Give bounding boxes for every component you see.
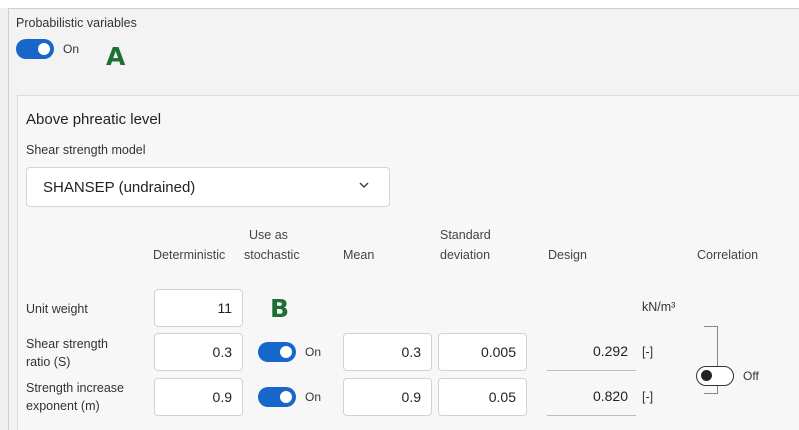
design-value-text: 0.292 <box>592 343 628 359</box>
header-stddev-line2: deviation <box>440 248 491 262</box>
header-use-as-line1: Use as <box>249 228 288 242</box>
chevron-down-icon <box>359 182 369 189</box>
probabilistic-toggle[interactable] <box>16 39 54 59</box>
shear-ratio-stochastic-label: On <box>305 345 322 359</box>
shear-ratio-mean-input[interactable]: 0.3 <box>343 333 432 371</box>
unit-weight-unit: kN/m³ <box>642 300 676 314</box>
exponent-mean-input[interactable]: 0.9 <box>343 378 432 416</box>
header-design: Design <box>548 248 587 262</box>
unit-weight-deterministic-input[interactable]: 11 <box>154 289 243 327</box>
probabilistic-toggle-label: On <box>63 42 80 56</box>
toggle-knob <box>280 391 292 403</box>
exponent-deterministic-input[interactable]: 0.9 <box>154 378 243 416</box>
exponent-stochastic-label: On <box>305 390 322 404</box>
header-stddev-line1: Standard <box>440 228 491 242</box>
row-label-shear-ratio-line1: Shear strength <box>26 337 108 351</box>
exponent-stddev-input[interactable]: 0.05 <box>438 378 527 416</box>
input-value: 0.3 <box>401 344 421 360</box>
input-value: 0.05 <box>488 389 516 405</box>
exponent-design-value: 0.820 <box>547 378 636 416</box>
shear-model-select[interactable]: SHANSEP (undrained) <box>26 167 390 207</box>
correlation-toggle-label: Off <box>743 369 759 383</box>
row-label-unit-weight: Unit weight <box>26 302 88 316</box>
input-value: 11 <box>217 300 232 316</box>
toggle-knob <box>280 346 292 358</box>
input-value: 0.9 <box>401 389 421 405</box>
header-use-as-line2: stochastic <box>244 248 300 262</box>
shear-ratio-deterministic-input[interactable]: 0.3 <box>154 333 243 371</box>
exponent-stochastic-toggle[interactable] <box>258 387 296 407</box>
row-label-exponent-line1: Strength increase <box>26 381 124 395</box>
probabilistic-label: Probabilistic variables <box>16 16 137 30</box>
row-label-shear-ratio-line2: ratio (S) <box>26 355 71 369</box>
top-strip <box>0 0 799 8</box>
shear-ratio-design-value: 0.292 <box>547 333 636 371</box>
input-value: 0.3 <box>212 344 232 360</box>
design-value-text: 0.820 <box>592 388 628 404</box>
input-value: 0.9 <box>212 389 232 405</box>
section-title: Above phreatic level <box>26 111 162 128</box>
toggle-knob <box>701 370 712 381</box>
exponent-unit: [-] <box>642 390 654 404</box>
shear-model-label: Shear strength model <box>26 143 146 157</box>
header-deterministic: Deterministic <box>153 248 226 262</box>
correlation-toggle[interactable] <box>696 366 734 386</box>
shear-ratio-stddev-input[interactable]: 0.005 <box>438 333 527 371</box>
header-correlation: Correlation <box>697 248 759 262</box>
shear-ratio-unit: [-] <box>642 345 654 359</box>
shear-ratio-stochastic-toggle[interactable] <box>258 342 296 362</box>
annotation-marker-b: B <box>270 294 290 323</box>
input-value: 0.005 <box>480 344 516 360</box>
header-mean: Mean <box>343 248 375 262</box>
shear-model-value: SHANSEP (undrained) <box>43 179 196 196</box>
annotation-marker-a: A <box>106 42 126 71</box>
row-label-exponent-line2: exponent (m) <box>26 399 100 413</box>
toggle-knob <box>38 43 50 55</box>
